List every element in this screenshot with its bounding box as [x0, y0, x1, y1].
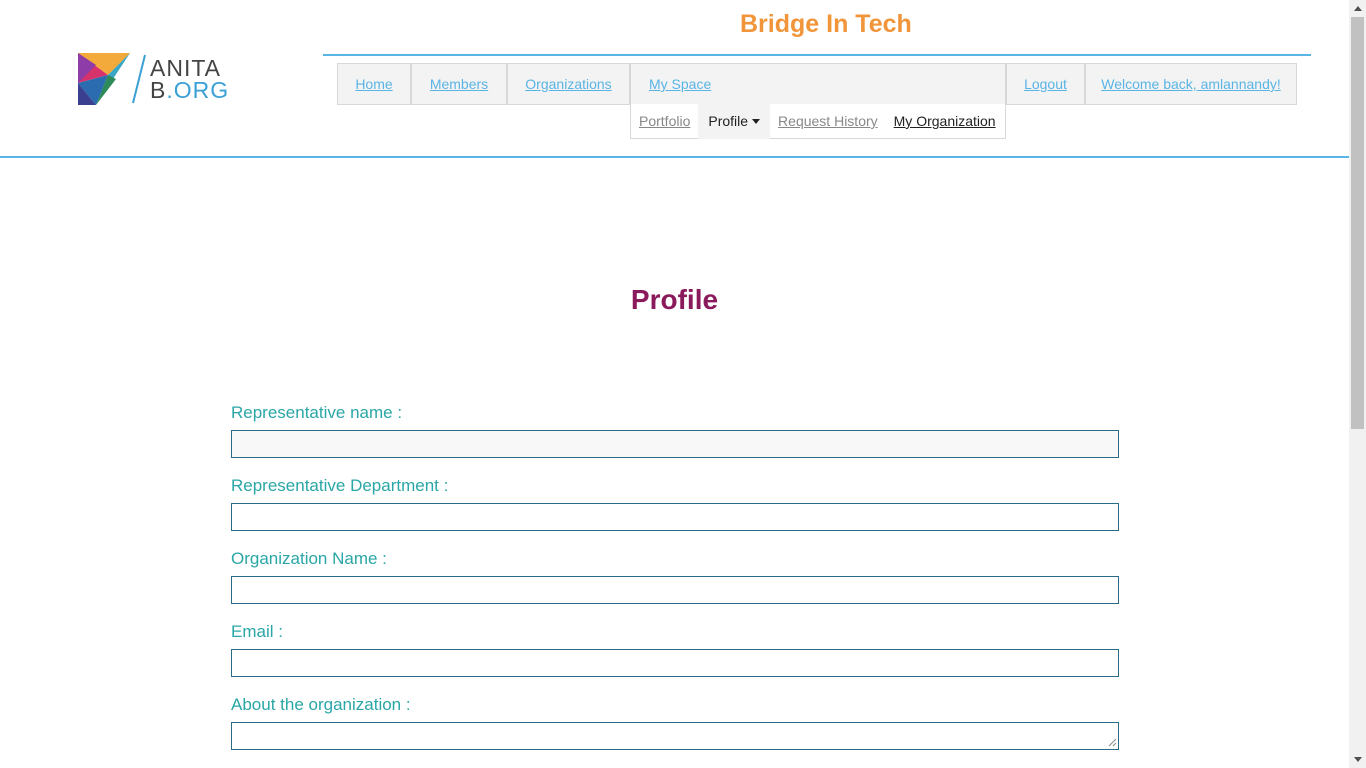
rep-department-label: Representative Department : — [231, 476, 449, 495]
nav-members-link[interactable]: Members — [430, 76, 488, 92]
scroll-down-button[interactable] — [1349, 751, 1366, 768]
nav-my-space[interactable]: My Space — [630, 63, 1006, 105]
nav-logout-link[interactable]: Logout — [1024, 76, 1067, 92]
brand-divider — [323, 54, 1311, 56]
org-name-input[interactable] — [231, 576, 1119, 604]
logo-slash-icon — [132, 54, 146, 104]
page-title: Profile — [630, 284, 719, 315]
org-name-label: Organization Name : — [231, 549, 387, 568]
logo-text: ANITA B.ORG — [150, 55, 230, 103]
email-label: Email : — [231, 622, 283, 641]
anitab-logo-icon — [78, 53, 130, 105]
subnav-my-organization[interactable]: My Organization — [886, 104, 1004, 139]
nav-home-link[interactable]: Home — [355, 76, 392, 92]
resize-grip-icon[interactable] — [1108, 738, 1117, 747]
nav-welcome[interactable]: Welcome back, amlannandy! — [1085, 63, 1297, 105]
brand-title: Bridge In Tech — [740, 10, 912, 38]
nav-organizations[interactable]: Organizations — [507, 63, 630, 105]
logo-line2: B.ORG — [150, 77, 230, 103]
scroll-down-icon — [1353, 757, 1362, 762]
logo-dot: . — [166, 77, 174, 103]
logo-b: B — [150, 77, 167, 103]
scroll-up-icon — [1353, 6, 1362, 11]
nav-logout[interactable]: Logout — [1006, 63, 1085, 105]
nav-organizations-link[interactable]: Organizations — [525, 76, 611, 92]
about-org-textarea[interactable] — [231, 722, 1119, 750]
nav-my-space-link[interactable]: My Space — [649, 76, 711, 92]
logo-org: ORG — [173, 77, 230, 103]
vertical-scrollbar[interactable] — [1349, 0, 1366, 768]
nav-welcome-link[interactable]: Welcome back, amlannandy! — [1101, 76, 1281, 92]
email-input[interactable] — [231, 649, 1119, 677]
subnav-request-history[interactable]: Request History — [770, 104, 886, 139]
about-org-label: About the organization : — [231, 695, 411, 714]
scroll-thumb[interactable] — [1351, 17, 1364, 429]
nav-members[interactable]: Members — [411, 63, 507, 105]
nav-home[interactable]: Home — [337, 63, 411, 105]
scroll-up-button[interactable] — [1349, 0, 1366, 17]
subnav-portfolio[interactable]: Portfolio — [631, 104, 698, 139]
anitab-logo[interactable]: ANITA B.ORG — [78, 52, 238, 106]
subnav-profile-label: Profile — [708, 113, 749, 129]
logo-line1: ANITA — [150, 55, 222, 81]
my-space-subnav: Portfolio Profile Request History My Org… — [630, 103, 1006, 139]
subnav-profile-dropdown[interactable]: Profile — [698, 103, 771, 139]
site-header: ANITA B.ORG Bridge In Tech Home Members … — [0, 0, 1349, 158]
caret-down-icon — [752, 118, 761, 124]
rep-name-label: Representative name : — [231, 403, 403, 422]
rep-name-input[interactable] — [231, 430, 1119, 458]
rep-department-input[interactable] — [231, 503, 1119, 531]
